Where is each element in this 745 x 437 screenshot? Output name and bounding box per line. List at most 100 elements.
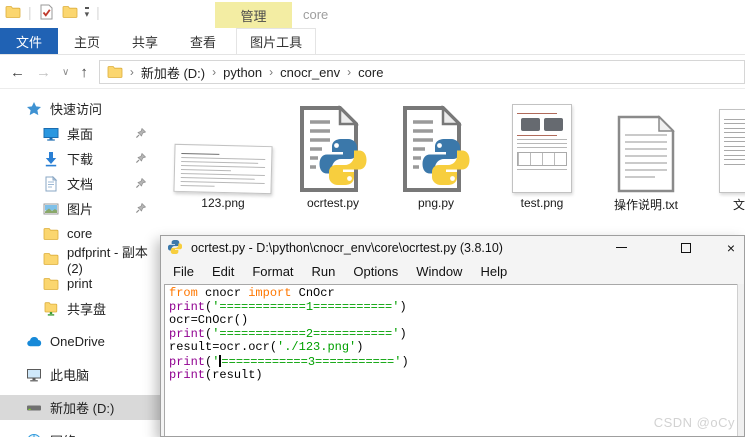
sidebar-item-onedrive[interactable]: OneDrive (0, 329, 160, 354)
toolbar-dropdown-icon[interactable]: ▾ (84, 6, 90, 18)
menu-options[interactable]: Options (344, 264, 407, 279)
sidebar-item-label: 此电脑 (50, 368, 90, 383)
file-item-123-png[interactable]: 123.png (168, 97, 278, 210)
file-label: 操作说明.txt (613, 198, 678, 212)
tab-picture-tools[interactable]: 图片工具 (236, 28, 317, 54)
address-bar[interactable]: › 新加卷 (D:) › python › cnocr_env › core (98, 60, 745, 84)
file-label: ocrtest.py (306, 196, 360, 210)
file-item-ocrtest-py[interactable]: ocrtest.py (278, 97, 388, 210)
shared-folder-icon (43, 301, 59, 317)
idle-editor-window: ocrtest.py - D:\python\cnocr_env\core\oc… (160, 235, 745, 437)
quick-access-toolbar: | ▾ | (5, 4, 100, 20)
screen: | ▾ | 管理 core 文件 主页 共享 查看 图片工具 ← → ∨ ↑ › 新加卷 (D… (0, 0, 745, 437)
close-button[interactable]: × (714, 236, 745, 259)
folder-icon[interactable] (62, 4, 78, 20)
manage-tab-header[interactable]: 管理 (215, 2, 292, 28)
idle-titlebar[interactable]: ocrtest.py - D:\python\cnocr_env\core\oc… (161, 236, 744, 259)
code-line: print('============2===========') (169, 326, 407, 341)
file-item-test-png[interactable]: test.png (487, 97, 597, 210)
folder-icon[interactable] (5, 4, 21, 20)
sidebar-item-label: 文档 (67, 177, 94, 192)
sidebar-item-label: 共享盘 (67, 302, 107, 317)
close-icon: × (726, 239, 736, 256)
file-item-operation-notes-txt[interactable]: 操作说明.txt (591, 97, 701, 213)
sidebar-item-label: 网络 (50, 431, 76, 437)
idle-window-title: ocrtest.py - D:\python\cnocr_env\core\oc… (191, 240, 503, 255)
tab-share[interactable]: 共享 (116, 28, 174, 54)
maximize-icon (681, 242, 691, 253)
sidebar-item-desktop[interactable]: 桌面 (0, 121, 160, 146)
sidebar-item-label: core (67, 226, 93, 241)
sidebar-item-new-volume-d[interactable]: 新加卷 (D:) (0, 395, 160, 420)
folder-icon (43, 276, 59, 292)
sidebar-item-network[interactable]: 网络 (0, 428, 160, 437)
breadcrumb-item[interactable]: cnocr_env (280, 65, 340, 80)
file-label: test.png (520, 196, 564, 210)
up-icon[interactable]: ↑ (80, 64, 88, 81)
menu-run[interactable]: Run (303, 264, 345, 279)
picture-icon (43, 201, 59, 217)
menu-help[interactable]: Help (471, 264, 516, 279)
sidebar-item-print[interactable]: print (0, 271, 160, 296)
scrollbar[interactable] (737, 284, 744, 436)
breadcrumb-separator-icon: › (129, 65, 134, 79)
desktop-icon (43, 126, 59, 142)
sidebar-item-label: 桌面 (67, 127, 94, 142)
forward-icon[interactable]: → (36, 64, 51, 81)
breadcrumb-item[interactable]: core (358, 65, 383, 80)
minimize-button[interactable] (604, 236, 638, 259)
sidebar-item-quick-access[interactable]: 快速访问 (0, 96, 160, 121)
address-folder-icon (107, 64, 123, 80)
breadcrumb-item[interactable]: 新加卷 (D:) (141, 63, 205, 82)
code-editor[interactable]: from cnocr import CnOcr print('==========… (164, 284, 741, 436)
explorer-sidebar: 快速访问桌面下载文档图片 core pdfprint - 副本 (2) print 共享… (0, 96, 160, 437)
code-line: result=ocr.ocr('./123.png') (169, 340, 364, 354)
back-icon[interactable]: ← (10, 64, 25, 81)
menu-window[interactable]: Window (407, 264, 471, 279)
explorer-window-title: core (303, 7, 329, 22)
sidebar-item-documents[interactable]: 文档 (0, 171, 160, 196)
network-icon (26, 433, 42, 437)
file-item-wenzi-partial[interactable]: 文字 (690, 97, 745, 213)
watermark: CSDN @oCy (653, 415, 735, 430)
sidebar-item-shared-drive[interactable]: 共享盘 (0, 296, 160, 321)
sidebar-item-downloads[interactable]: 下载 (0, 146, 160, 171)
drive-icon (26, 400, 42, 416)
idle-menubar: File Edit Format Run Options Window Help (161, 259, 744, 284)
code-line: from cnocr import CnOcr (169, 286, 335, 300)
image-thumbnail (168, 97, 278, 195)
code-line: print('============1===========') (169, 299, 407, 314)
menu-format[interactable]: Format (243, 264, 302, 279)
history-dropdown-icon[interactable]: ∨ (62, 67, 69, 78)
sidebar-item-pdfprint-copy-2[interactable]: pdfprint - 副本 (2) (0, 245, 160, 276)
code-line: print(' ============3===========') (169, 354, 409, 369)
file-label: 123.png (201, 196, 245, 210)
breadcrumb-item[interactable]: python (223, 65, 262, 80)
checked-document-icon[interactable] (39, 4, 55, 20)
cloud-icon (26, 334, 42, 350)
sidebar-item-pictures[interactable]: 图片 (0, 196, 160, 221)
folder-icon (43, 251, 59, 267)
pin-icon (135, 202, 147, 217)
computer-icon (26, 367, 42, 383)
tab-view[interactable]: 查看 (174, 28, 232, 54)
tab-home[interactable]: 主页 (58, 28, 116, 54)
sidebar-item-label: 新加卷 (D:) (50, 401, 115, 416)
maximize-button[interactable] (669, 236, 703, 259)
file-item-png-py[interactable]: png.py (381, 97, 491, 210)
menu-edit[interactable]: Edit (203, 264, 243, 279)
sidebar-item-label: print (67, 276, 93, 291)
menu-file[interactable]: File (164, 264, 203, 279)
file-label: png.py (417, 196, 455, 210)
tab-file[interactable]: 文件 (0, 28, 59, 54)
toolbar-separator: | (28, 4, 32, 20)
toolbar-separator: | (96, 4, 100, 20)
pin-icon (135, 127, 147, 142)
image-thumbnail (487, 97, 597, 193)
python-file-icon (278, 97, 388, 193)
download-icon (43, 151, 59, 167)
sidebar-item-label: 图片 (67, 202, 94, 217)
breadcrumb-separator-icon: › (269, 65, 274, 79)
minimize-icon (615, 246, 627, 249)
sidebar-item-this-pc[interactable]: 此电脑 (0, 362, 160, 387)
